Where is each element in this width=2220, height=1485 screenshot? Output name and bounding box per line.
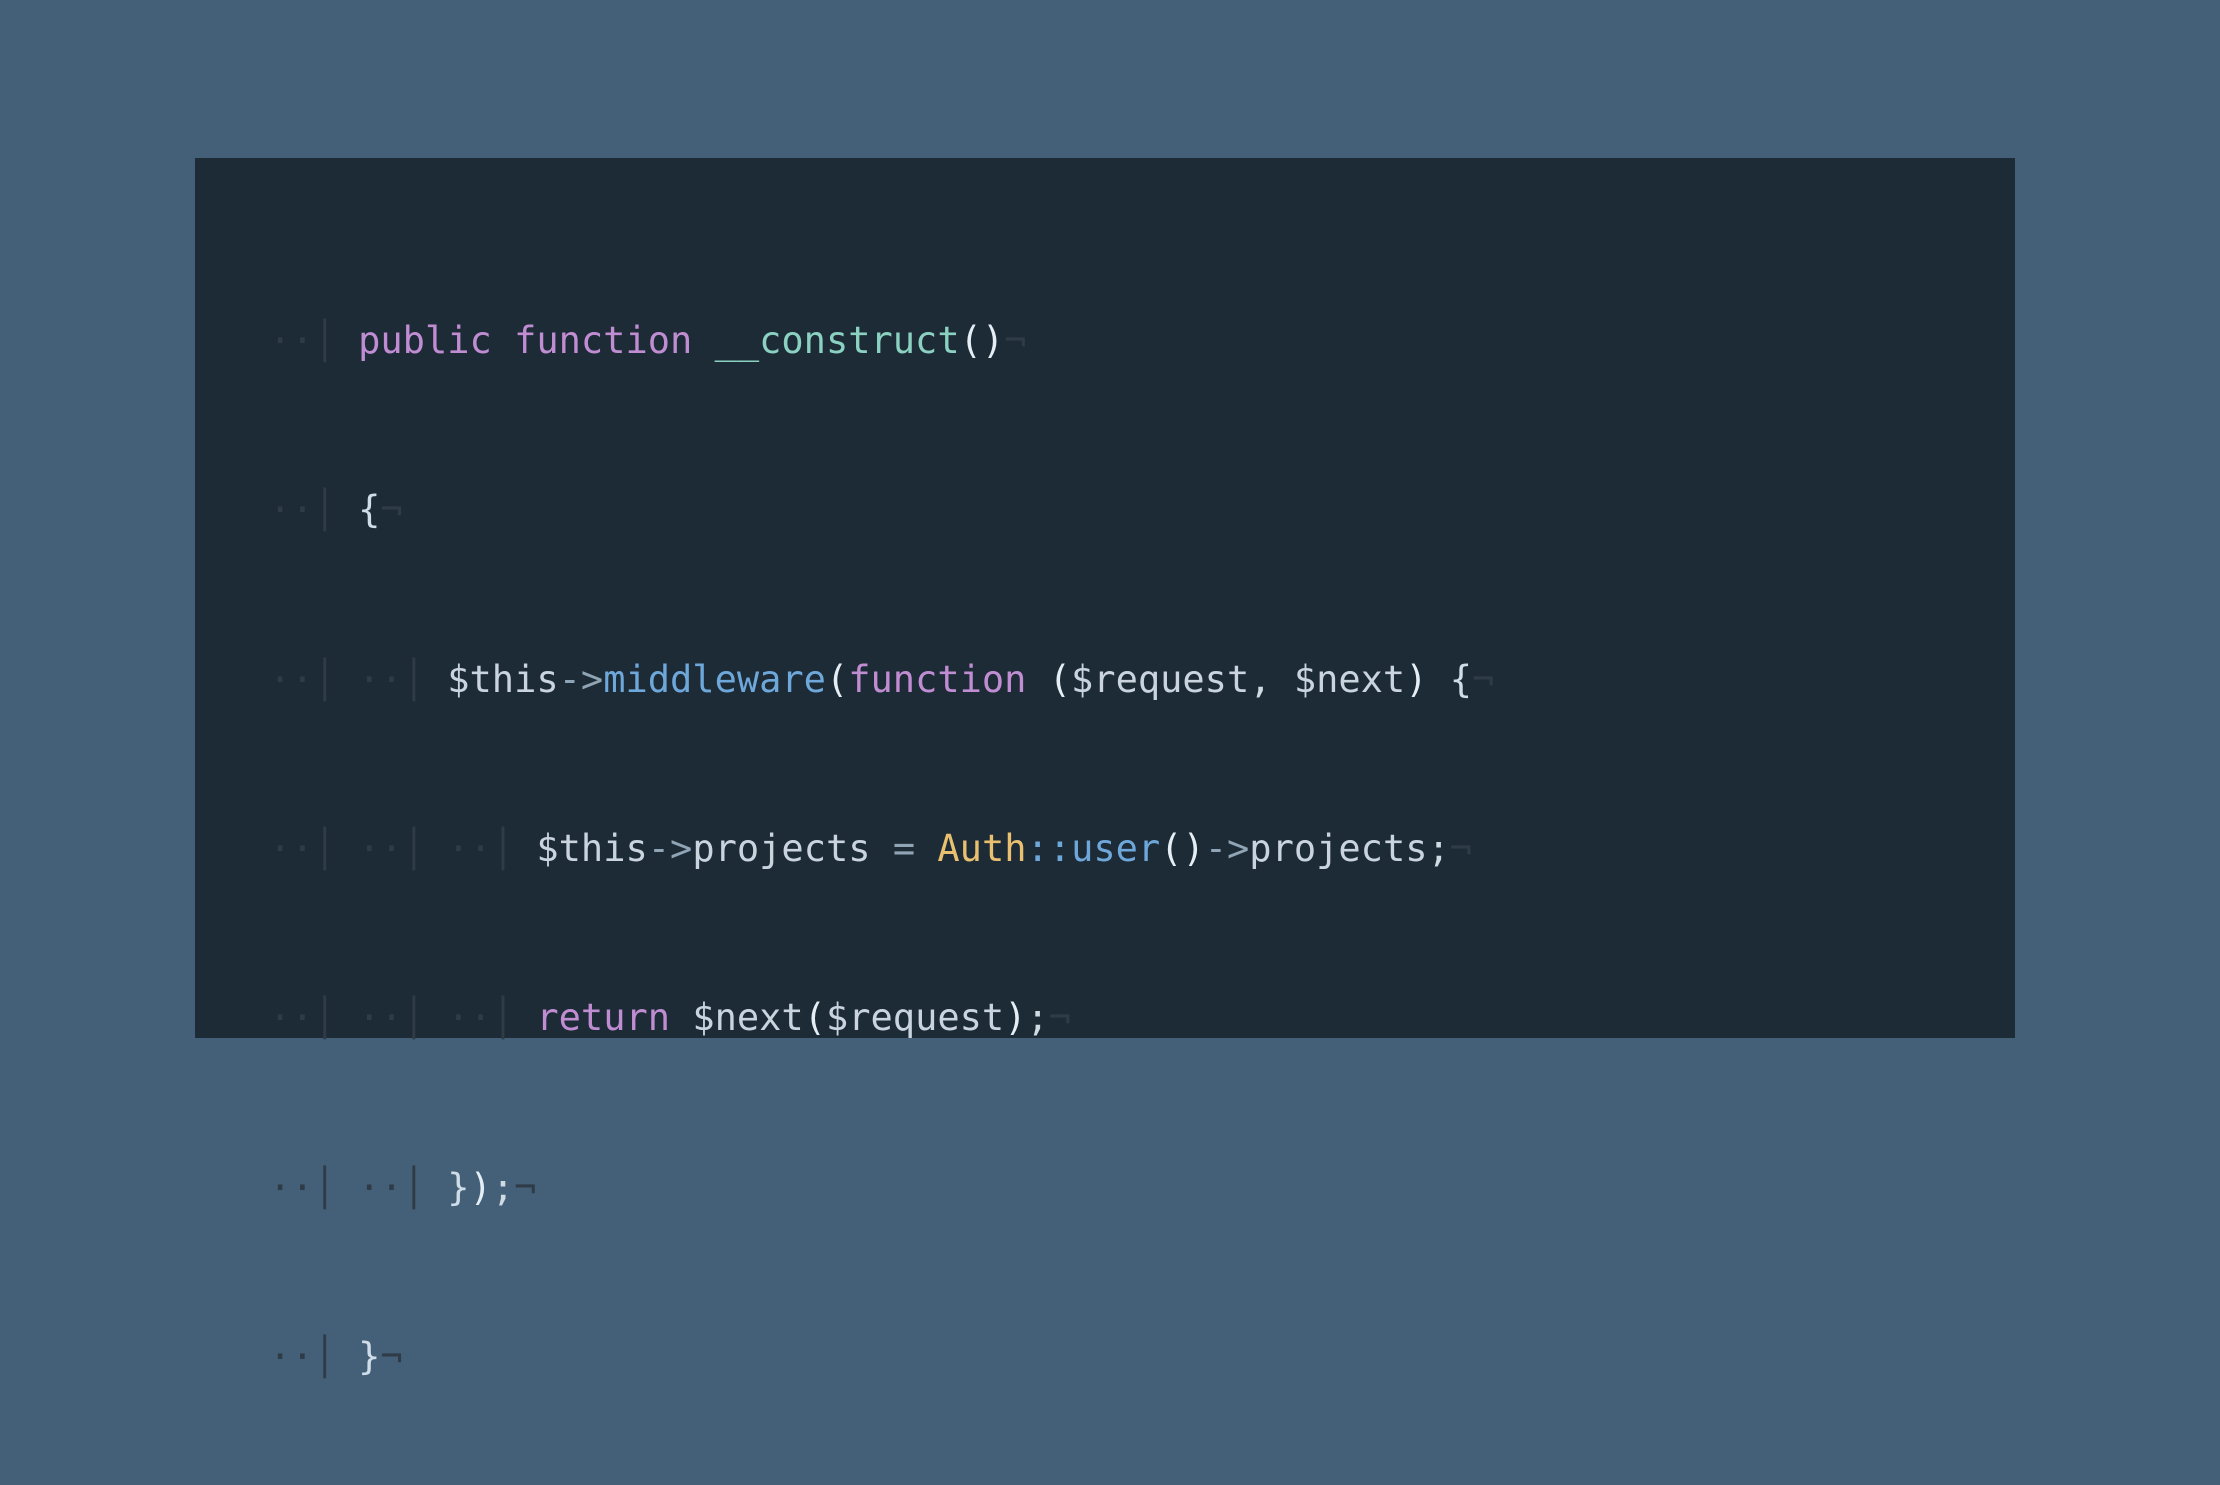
code-line: ··│ ··│ });¬ — [269, 1146, 2015, 1231]
code-line: ··│ {¬ — [269, 468, 2015, 553]
code-editor[interactable]: ··│ public function __construct()¬ ··│ {… — [195, 158, 2015, 1038]
code-line: ··│ }¬ — [269, 1315, 2015, 1400]
code-line: ··│ ··│ ··│ return $next($request);¬ — [269, 976, 2015, 1061]
code-line: ··│ ··│ ··│ $this->projects = Auth::user… — [269, 807, 2015, 892]
code-line: ··│ public function __construct()¬ — [269, 299, 2015, 384]
code-line: ··│ ··│ $this->middleware(function ($req… — [269, 638, 2015, 723]
code-block: ··│ public function __construct()¬ ··│ {… — [269, 214, 2015, 1485]
